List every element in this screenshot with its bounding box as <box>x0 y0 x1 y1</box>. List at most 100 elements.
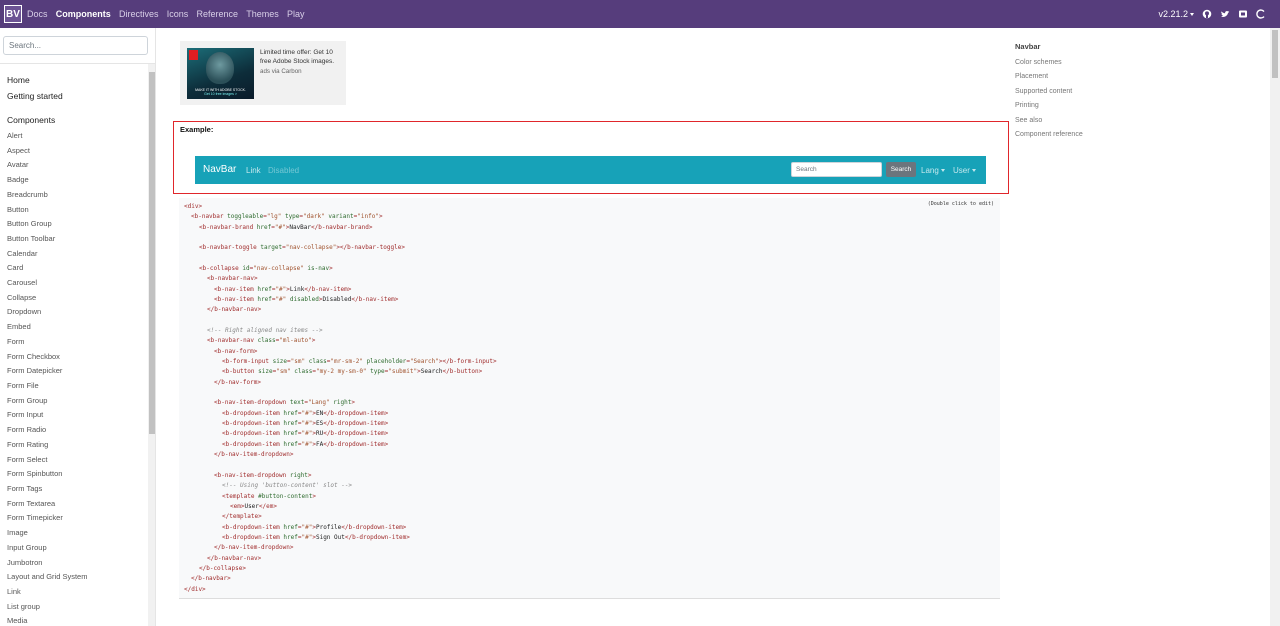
sidebar-item-card[interactable]: Card <box>7 263 23 272</box>
sidebar-item-form-datepicker[interactable]: Form Datepicker <box>7 366 62 375</box>
sidebar-item-form-spinbutton[interactable]: Form Spinbutton <box>7 469 62 478</box>
page-scrollbar-thumb[interactable] <box>1272 30 1278 78</box>
sidebar-scrollbar-thumb[interactable] <box>149 72 155 434</box>
bootstrap-vue-logo[interactable]: BV <box>4 5 22 23</box>
code-line: </template> <box>222 513 262 520</box>
sidebar: Home Getting started Components Alert As… <box>0 28 156 626</box>
sidebar-item-form-textarea[interactable]: Form Textarea <box>7 499 55 508</box>
toc-item-placement[interactable]: Placement <box>1015 73 1048 80</box>
sidebar-item-embed[interactable]: Embed <box>7 322 31 331</box>
main-content: MAKE IT WITH ADOBE STOCK. Get 10 free ima… <box>157 28 1009 626</box>
sidebar-item-form-select[interactable]: Form Select <box>7 455 47 464</box>
sidebar-item-form-group[interactable]: Form Group <box>7 396 47 405</box>
sidebar-item-form-rating[interactable]: Form Rating <box>7 440 48 449</box>
code-line: <b-form-input size="sm" class="mr-sm-2" … <box>222 358 497 365</box>
sidebar-item-badge[interactable]: Badge <box>7 175 29 184</box>
toc-title[interactable]: Navbar <box>1015 42 1040 51</box>
toc-item-printing[interactable]: Printing <box>1015 102 1039 109</box>
top-nav-play[interactable]: Play <box>287 9 305 19</box>
page-toc: Navbar Color schemes Placement Supported… <box>1007 28 1270 626</box>
code-line: <template #button-content> <box>222 493 316 500</box>
chevron-down-icon <box>940 169 945 173</box>
top-nav-themes[interactable]: Themes <box>246 9 279 19</box>
demo-lang-dropdown[interactable]: Lang <box>921 166 945 175</box>
github-icon[interactable] <box>1202 9 1212 19</box>
sidebar-item-breadcrumb[interactable]: Breadcrumb <box>7 190 48 199</box>
slack-icon[interactable] <box>1238 9 1248 19</box>
sidebar-item-form-timepicker[interactable]: Form Timepicker <box>7 513 63 522</box>
sidebar-item-form-file[interactable]: Form File <box>7 381 39 390</box>
sidebar-item-alert[interactable]: Alert <box>7 131 22 140</box>
sidebar-item-getting-started[interactable]: Getting started <box>7 91 63 101</box>
page-scrollbar[interactable] <box>1270 28 1280 626</box>
sidebar-item-form-tags[interactable]: Form Tags <box>7 484 42 493</box>
sidebar-item-home[interactable]: Home <box>7 75 30 85</box>
sidebar-item-input-group[interactable]: Input Group <box>7 543 47 552</box>
sidebar-item-calendar[interactable]: Calendar <box>7 249 37 258</box>
code-line: <div> <box>184 203 203 210</box>
top-nav-icons[interactable]: Icons <box>167 9 189 19</box>
sidebar-item-form-input[interactable]: Form Input <box>7 410 43 419</box>
sidebar-item-image[interactable]: Image <box>7 528 28 537</box>
top-nav-docs[interactable]: Docs <box>27 9 48 19</box>
sidebar-item-media[interactable]: Media <box>7 616 27 625</box>
sidebar-item-button-group[interactable]: Button Group <box>7 219 52 228</box>
top-nav-components[interactable]: Components <box>56 9 111 19</box>
opencollective-icon[interactable] <box>1256 9 1266 19</box>
code-editor[interactable]: (Double click to edit) <div> <b-navbar t… <box>179 198 1000 599</box>
ad-image-caption: MAKE IT WITH ADOBE STOCK. Get 10 free ima… <box>195 88 246 96</box>
top-navbar: BV Docs Components Directives Icons Refe… <box>0 0 1280 28</box>
top-nav-reference[interactable]: Reference <box>196 9 238 19</box>
sidebar-item-avatar[interactable]: Avatar <box>7 160 29 169</box>
code-line: <b-dropdown-item href="#">Profile</b-dro… <box>222 524 407 531</box>
version-dropdown[interactable]: v2.21.2 <box>1158 9 1194 19</box>
sidebar-item-jumbotron[interactable]: Jumbotron <box>7 558 42 567</box>
ad-image[interactable]: MAKE IT WITH ADOBE STOCK. Get 10 free ima… <box>187 48 254 99</box>
toc-item-component-reference[interactable]: Component reference <box>1015 131 1083 138</box>
toc-item-color-schemes[interactable]: Color schemes <box>1015 59 1062 66</box>
twitter-icon[interactable] <box>1220 9 1230 19</box>
code-line: <b-dropdown-item href="#">EN</b-dropdown… <box>222 410 389 417</box>
sidebar-item-carousel[interactable]: Carousel <box>7 278 37 287</box>
sidebar-item-collapse[interactable]: Collapse <box>7 293 36 302</box>
sidebar-item-button[interactable]: Button <box>7 205 29 214</box>
sidebar-scrollbar[interactable] <box>148 64 155 626</box>
demo-nav-disabled: Disabled <box>268 166 300 175</box>
sidebar-search-input[interactable] <box>3 36 148 55</box>
ad-text[interactable]: Limited time offer: Get 10 free Adobe St… <box>260 49 342 66</box>
code-line: <b-collapse id="nav-collapse" is-nav> <box>199 265 333 272</box>
sidebar-item-button-toolbar[interactable]: Button Toolbar <box>7 234 55 243</box>
sidebar-section-components[interactable]: Components <box>7 115 55 125</box>
code-line: </b-navbar-nav> <box>207 306 262 313</box>
top-nav-links: Docs Components Directives Icons Referen… <box>27 9 311 19</box>
code-line: </b-nav-item-dropdown> <box>214 451 294 458</box>
code-line: <!-- Using 'button-content' slot --> <box>222 482 353 489</box>
carbon-ad[interactable]: MAKE IT WITH ADOBE STOCK. Get 10 free ima… <box>180 41 346 105</box>
sidebar-item-aspect[interactable]: Aspect <box>7 146 30 155</box>
demo-nav-link[interactable]: Link <box>246 166 261 175</box>
sidebar-item-form-radio[interactable]: Form Radio <box>7 425 46 434</box>
demo-user-dropdown[interactable]: User <box>953 166 976 175</box>
sidebar-item-dropdown[interactable]: Dropdown <box>7 307 41 316</box>
toc-item-supported-content[interactable]: Supported content <box>1015 88 1072 95</box>
top-nav-directives[interactable]: Directives <box>119 9 159 19</box>
code-line: <b-navbar-nav class="ml-auto"> <box>207 337 316 344</box>
demo-navbar: NavBar Link Disabled Search Search Lang … <box>195 156 986 184</box>
adobe-logo-icon <box>189 50 198 60</box>
sidebar-item-form-checkbox[interactable]: Form Checkbox <box>7 352 60 361</box>
code-edit-hint: (Double click to edit) <box>927 201 994 207</box>
code-line: <b-dropdown-item href="#">Sign Out</b-dr… <box>222 534 410 541</box>
sidebar-item-list-group[interactable]: List group <box>7 602 40 611</box>
code-line: </b-nav-form> <box>214 379 261 386</box>
ad-via-carbon[interactable]: ads via Carbon <box>260 68 302 75</box>
demo-navbar-brand[interactable]: NavBar <box>203 164 236 175</box>
demo-search-button[interactable]: Search <box>886 162 916 177</box>
sidebar-item-layout-grid[interactable]: Layout and Grid System <box>7 572 87 581</box>
sidebar-item-form[interactable]: Form <box>7 337 25 346</box>
top-right-tools: v2.21.2 <box>1158 0 1266 28</box>
demo-search-input[interactable]: Search <box>791 162 882 177</box>
code-line: <b-navbar-brand href="#">NavBar</b-navba… <box>199 224 373 231</box>
toc-item-see-also[interactable]: See also <box>1015 117 1042 124</box>
code-line: <em>User</em> <box>230 503 277 510</box>
sidebar-item-link[interactable]: Link <box>7 587 21 596</box>
